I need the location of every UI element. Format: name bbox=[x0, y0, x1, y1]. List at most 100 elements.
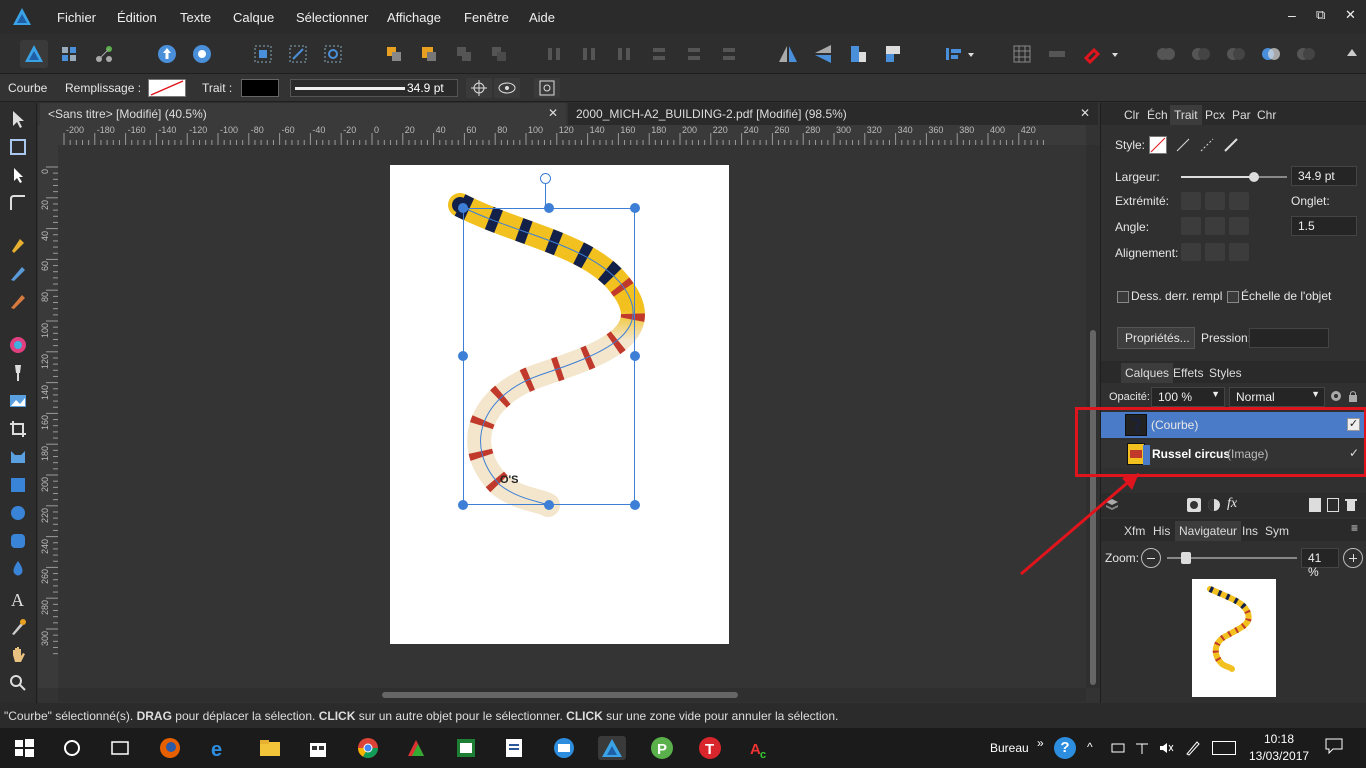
keyboard-icon[interactable] bbox=[1212, 741, 1236, 755]
transform-mode-icon[interactable] bbox=[284, 40, 312, 68]
node-tool-icon[interactable] bbox=[8, 165, 28, 185]
move-tool-icon[interactable] bbox=[8, 109, 28, 129]
rotate-mode-icon[interactable] bbox=[319, 40, 347, 68]
tab-close-icon[interactable]: ✕ bbox=[1080, 106, 1090, 120]
rotation-handle[interactable] bbox=[540, 173, 551, 184]
canvas[interactable]: O'S bbox=[58, 145, 1086, 688]
flip-horizontal-icon[interactable] bbox=[774, 40, 802, 68]
zoom-tool-icon[interactable] bbox=[8, 673, 28, 693]
crop-tool-icon[interactable] bbox=[8, 419, 28, 439]
snapping-magnet-button[interactable] bbox=[1078, 40, 1122, 68]
fx-icon[interactable]: fx bbox=[1227, 496, 1237, 512]
snapping-toggle-icon[interactable] bbox=[1043, 40, 1071, 68]
help-icon[interactable]: ? bbox=[1054, 737, 1076, 759]
tab-pcx[interactable]: Pcx bbox=[1205, 108, 1225, 122]
volume-muted-icon[interactable] bbox=[1158, 740, 1174, 756]
lock-icon[interactable] bbox=[1346, 389, 1360, 403]
opacity-dropdown[interactable]: 100 % ▼ bbox=[1151, 387, 1225, 407]
align-center-stroke-icon[interactable] bbox=[1205, 243, 1225, 261]
fill-swatch[interactable] bbox=[148, 79, 186, 97]
align-bottom-icon[interactable] bbox=[715, 40, 743, 68]
export-persona-button[interactable] bbox=[90, 40, 118, 68]
zoom-slider[interactable] bbox=[1167, 552, 1297, 564]
menu-calque[interactable]: Calque bbox=[233, 10, 274, 25]
shape-cat-tool-icon[interactable] bbox=[8, 447, 28, 467]
width-input[interactable]: 34.9 pt bbox=[1291, 166, 1357, 186]
layer-settings-gear-icon[interactable] bbox=[1329, 389, 1343, 403]
boolean-add-icon[interactable] bbox=[1152, 40, 1180, 68]
resize-handle-br[interactable] bbox=[630, 500, 640, 510]
new-layer-icon[interactable] bbox=[1309, 498, 1321, 512]
stroke-swatch[interactable] bbox=[241, 79, 279, 97]
join-bevel-icon[interactable] bbox=[1229, 217, 1249, 235]
clock-time[interactable]: 10:18 bbox=[1264, 732, 1294, 746]
tray-up-icon[interactable]: ^ bbox=[1087, 740, 1093, 754]
resize-handle-l[interactable] bbox=[458, 351, 468, 361]
mail-icon[interactable] bbox=[552, 736, 576, 760]
notifications-icon[interactable] bbox=[1325, 738, 1343, 755]
width-slider[interactable] bbox=[1181, 172, 1287, 182]
ellipse-tool-icon[interactable] bbox=[8, 503, 28, 523]
align-right-icon[interactable] bbox=[610, 40, 638, 68]
resize-handle-tr[interactable] bbox=[630, 203, 640, 213]
tab-sym[interactable]: Sym bbox=[1265, 524, 1289, 538]
align-dropdown-button[interactable] bbox=[938, 40, 978, 68]
document-icon[interactable] bbox=[502, 736, 526, 760]
tab-navigator[interactable]: Navigateur bbox=[1175, 521, 1242, 541]
align-center-icon[interactable] bbox=[575, 40, 603, 68]
align-left-icon[interactable] bbox=[540, 40, 568, 68]
edge-icon[interactable]: e bbox=[208, 736, 232, 761]
blend-mode-dropdown[interactable]: Normal ▼ bbox=[1229, 387, 1325, 407]
minimize-button[interactable]: – bbox=[1288, 7, 1296, 23]
tab-styles[interactable]: Styles bbox=[1209, 366, 1242, 380]
toolbar-more-icon[interactable] bbox=[1343, 40, 1361, 68]
tab-his[interactable]: His bbox=[1153, 524, 1170, 538]
scale-object-checkbox[interactable] bbox=[1227, 291, 1239, 303]
desktop-label[interactable]: Bureau bbox=[990, 741, 1029, 755]
corner-tool-icon[interactable] bbox=[8, 193, 28, 213]
group-icon[interactable] bbox=[1327, 498, 1339, 512]
tab-clr[interactable]: Clr bbox=[1124, 108, 1139, 122]
horizontal-scroll-thumb[interactable] bbox=[382, 692, 738, 698]
resize-handle-t[interactable] bbox=[544, 203, 554, 213]
boolean-divide-icon[interactable] bbox=[1257, 40, 1285, 68]
windows-start-icon[interactable] bbox=[12, 736, 36, 760]
close-window-button[interactable]: ✕ bbox=[1345, 7, 1356, 23]
cap-round-icon[interactable] bbox=[1205, 192, 1225, 210]
chrome-icon[interactable] bbox=[356, 736, 380, 760]
designer-persona-button[interactable] bbox=[20, 40, 48, 68]
rounded-rect-tool-icon[interactable] bbox=[8, 531, 28, 551]
store-icon[interactable] bbox=[306, 736, 330, 760]
align-outside-icon[interactable] bbox=[1229, 243, 1249, 261]
menu-edition[interactable]: Édition bbox=[117, 10, 157, 25]
app-icon-abc[interactable]: Ac bbox=[748, 736, 772, 761]
pixel-persona-button[interactable] bbox=[55, 40, 83, 68]
spreadsheet-icon[interactable] bbox=[454, 736, 478, 760]
chevron-icon[interactable]: » bbox=[1037, 736, 1044, 750]
resize-handle-bl[interactable] bbox=[458, 500, 468, 510]
snap-bounding-icon[interactable] bbox=[249, 40, 277, 68]
app-icon-t[interactable]: T bbox=[698, 736, 722, 760]
vector-brush-tool-icon[interactable] bbox=[8, 291, 28, 311]
document-tab-active[interactable]: <Sans titre> [Modifié] (40.5%) ✕ bbox=[40, 103, 566, 125]
ime-icon[interactable] bbox=[1134, 740, 1150, 756]
mask-icon[interactable] bbox=[1187, 498, 1201, 512]
settings-icon[interactable] bbox=[188, 40, 216, 68]
align-middle-icon[interactable] bbox=[680, 40, 708, 68]
pen-ink-icon[interactable] bbox=[1185, 740, 1201, 756]
style-none-button[interactable] bbox=[1149, 136, 1167, 154]
hand-tool-icon[interactable] bbox=[8, 645, 28, 665]
network-icon[interactable] bbox=[1110, 740, 1126, 756]
navigator-preview[interactable] bbox=[1192, 579, 1276, 697]
restore-button[interactable]: ⧉ bbox=[1316, 7, 1325, 23]
teardrop-tool-icon[interactable] bbox=[8, 559, 28, 579]
text-tool-icon[interactable]: A bbox=[8, 589, 28, 610]
panel-menu-icon[interactable]: ≡ bbox=[1351, 521, 1358, 535]
menu-aide[interactable]: Aide bbox=[529, 10, 555, 25]
properties-button[interactable]: Propriétés... bbox=[1117, 327, 1195, 349]
tab-layers[interactable]: Calques bbox=[1121, 363, 1174, 383]
view-eye-icon[interactable] bbox=[494, 78, 520, 98]
place-image-tool-icon[interactable] bbox=[8, 391, 28, 411]
transparency-tool-icon[interactable] bbox=[8, 363, 28, 383]
miter-input[interactable]: 1.5 bbox=[1291, 216, 1357, 236]
